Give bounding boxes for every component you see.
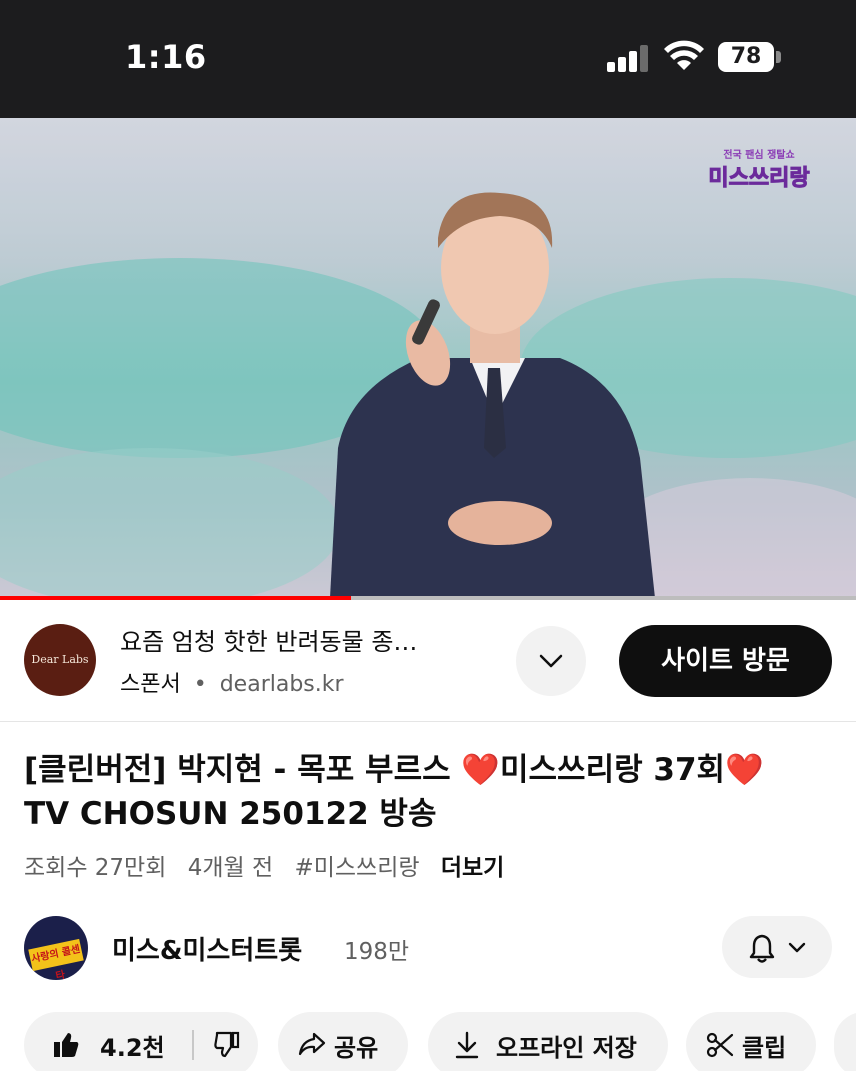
view-count: 조회수 27만회 — [24, 855, 167, 881]
wifi-icon — [664, 40, 704, 70]
subscriber-count: 198만 — [344, 939, 410, 965]
show-logo-title: 미스쓰리랑 — [708, 166, 810, 192]
thumbs-up-icon[interactable] — [52, 1031, 80, 1059]
ad-title[interactable]: 요즘 엄청 핫한 반려동물 종… — [120, 622, 500, 657]
bell-icon — [749, 934, 775, 963]
clip-label: 클립 — [742, 1034, 787, 1062]
ad-expand-button[interactable] — [516, 626, 586, 696]
battery-cap — [776, 51, 781, 63]
ad-subline: 스폰서 • dearlabs.kr — [120, 666, 344, 698]
notification-bell-button[interactable] — [722, 916, 832, 978]
download-button[interactable]: 오프라인 저장 — [428, 1012, 668, 1071]
more-actions-chip[interactable] — [834, 1012, 856, 1071]
cellular-signal-icon — [607, 44, 651, 72]
ad-domain: dearlabs.kr — [219, 672, 344, 697]
channel-avatar-badge: 사랑의 콜센타 — [28, 938, 84, 980]
visit-site-button[interactable]: 사이트 방문 — [619, 625, 832, 697]
chevron-down-icon — [539, 654, 563, 668]
channel-name[interactable]: 미스&미스터트롯 — [112, 930, 302, 967]
video-title[interactable]: [클린버전] 박지현 - 목포 부르스 ❤️미스쓰리랑 37회❤️ TV CHOS… — [24, 748, 834, 836]
heart-emoji: ❤️ — [725, 752, 764, 788]
download-label: 오프라인 저장 — [496, 1034, 637, 1062]
status-bar: 1:16 78 — [0, 0, 856, 118]
heart-emoji: ❤️ — [461, 752, 501, 788]
hashtag-link[interactable]: #미스쓰리랑 — [294, 855, 419, 881]
video-meta[interactable]: 조회수 27만회 4개월 전 #미스쓰리랑 더보기 — [24, 848, 518, 882]
show-logo: 전국 팬심 쟁탈쇼 미스쓰리랑 — [700, 140, 818, 196]
scissors-icon — [706, 1032, 734, 1058]
title-part1: [클린버전] 박지현 - 목포 부르스 — [24, 752, 462, 788]
more-button[interactable]: 더보기 — [441, 855, 504, 881]
chevron-down-icon — [788, 942, 806, 953]
ad-separator: • — [193, 672, 207, 697]
sponsor-label: 스폰서 — [120, 672, 181, 697]
channel-avatar[interactable]: 사랑의 콜센타 — [24, 916, 88, 980]
chip-divider — [192, 1030, 194, 1060]
thumbs-down-icon[interactable] — [214, 1031, 240, 1059]
share-label: 공유 — [334, 1034, 379, 1062]
clip-button[interactable]: 클립 — [686, 1012, 816, 1071]
battery-icon: 78 — [718, 42, 774, 72]
download-icon — [455, 1031, 479, 1059]
like-dislike-chip[interactable]: 4.2천 — [24, 1012, 258, 1071]
like-count: 4.2천 — [100, 1034, 165, 1062]
share-button[interactable]: 공유 — [278, 1012, 408, 1071]
advertiser-logo[interactable]: Dear Labs — [24, 624, 96, 696]
upload-age: 4개월 전 — [187, 855, 274, 881]
share-icon — [298, 1032, 326, 1056]
title-part3: TV CHOSUN 250122 방송 — [24, 796, 437, 832]
title-part2: 미스쓰리랑 37회 — [500, 752, 726, 788]
status-time: 1:16 — [125, 38, 207, 76]
show-logo-subtitle: 전국 팬심 쟁탈쇼 — [723, 150, 795, 161]
